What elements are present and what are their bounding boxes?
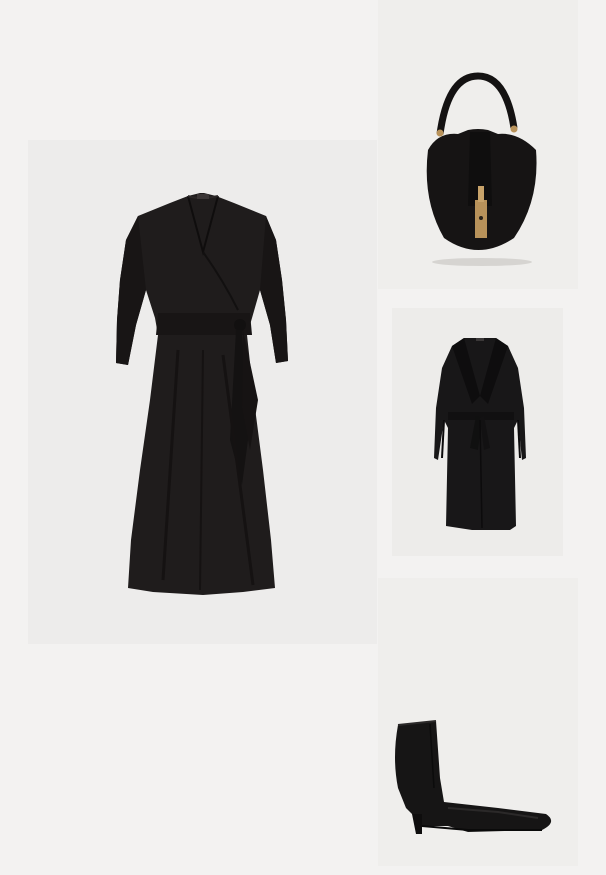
boot-image	[395, 720, 552, 834]
outfit-board	[0, 0, 606, 875]
coat-image	[434, 338, 526, 530]
handbag-image	[426, 72, 537, 266]
product-tile-handbag[interactable]	[378, 0, 578, 289]
product-tile-coat[interactable]	[392, 308, 563, 556]
product-tile-boot[interactable]	[378, 578, 578, 866]
dress-image	[116, 193, 288, 595]
product-tile-dress[interactable]	[28, 140, 377, 644]
